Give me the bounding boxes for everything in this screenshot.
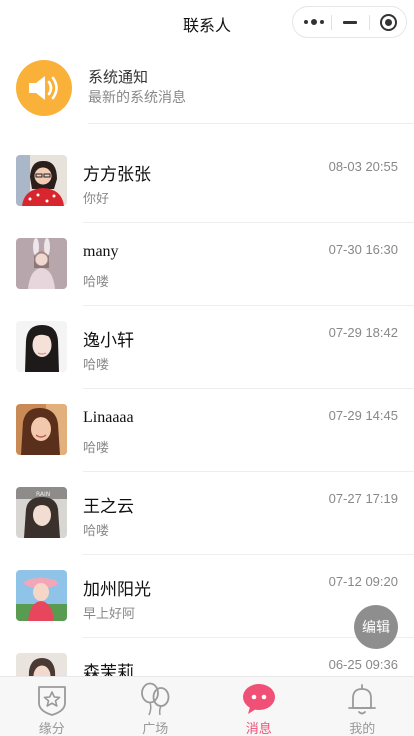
chat-bubble-icon bbox=[241, 681, 277, 717]
message-time: 07-30 16:30 bbox=[328, 242, 398, 257]
miniapp-capsule bbox=[292, 6, 407, 38]
last-message: 哈喽 bbox=[83, 357, 110, 372]
tab-messages[interactable]: 消息 bbox=[207, 677, 311, 736]
contact-name: 加州阳光 bbox=[83, 580, 151, 599]
conversation-item[interactable]: Linaaaa 哈喽 07-29 14:45 bbox=[0, 389, 414, 472]
bell-icon bbox=[344, 681, 380, 717]
tab-mine[interactable]: 我的 bbox=[311, 677, 414, 736]
close-miniapp-button[interactable] bbox=[369, 7, 407, 37]
contact-name: 王之云 bbox=[83, 497, 134, 516]
minimize-icon bbox=[343, 20, 357, 24]
avatar bbox=[16, 404, 67, 455]
contact-name: many bbox=[83, 243, 119, 260]
message-time: 07-29 18:42 bbox=[328, 325, 398, 340]
conversation-item[interactable]: 逸小轩 哈喽 07-29 18:42 bbox=[0, 306, 414, 389]
last-message: 哈喽 bbox=[83, 523, 110, 538]
tab-square[interactable]: 广场 bbox=[104, 677, 208, 736]
message-time: 08-03 20:55 bbox=[328, 159, 398, 174]
target-circle-icon bbox=[379, 13, 397, 31]
message-time: 07-27 17:19 bbox=[328, 491, 398, 506]
contact-name: 方方张张 bbox=[83, 165, 151, 184]
conversation-list[interactable]: 方方张张 你好 08-03 20:55 many 哈喽 07-30 16:30 bbox=[0, 140, 414, 676]
balloons-icon bbox=[137, 681, 173, 717]
last-message: 你好 bbox=[83, 191, 110, 206]
minimize-button[interactable] bbox=[331, 7, 369, 37]
more-button[interactable] bbox=[295, 7, 333, 37]
conversation-item[interactable]: 加州阳光 早上好阿 07-12 09:20 bbox=[0, 555, 414, 638]
avatar bbox=[16, 238, 67, 289]
system-notice-item[interactable]: 系统通知 最新的系统消息 bbox=[0, 52, 414, 124]
avatar bbox=[16, 155, 67, 206]
notice-title: 系统通知 bbox=[88, 69, 149, 86]
speaker-icon bbox=[16, 60, 72, 116]
star-badge-icon bbox=[34, 681, 70, 717]
conversation-item[interactable]: 森茉莉 06-25 09:36 bbox=[0, 638, 414, 676]
tab-bar: 缘分 广场 消息 我的 bbox=[0, 676, 414, 736]
conversation-item[interactable]: many 哈喽 07-30 16:30 bbox=[0, 223, 414, 306]
avatar bbox=[16, 321, 67, 372]
message-time: 06-25 09:36 bbox=[328, 657, 398, 672]
last-message: 哈喽 bbox=[83, 274, 110, 289]
tab-label: 缘分 bbox=[38, 721, 65, 736]
nav-bar: 联系人 bbox=[0, 0, 414, 44]
avatar: RAIN bbox=[16, 487, 67, 538]
message-time: 07-12 09:20 bbox=[328, 574, 398, 589]
contact-name: 逸小轩 bbox=[83, 331, 134, 350]
tab-label: 广场 bbox=[142, 721, 169, 736]
last-message: 早上好阿 bbox=[83, 606, 136, 621]
contact-name: 森茉莉 bbox=[83, 663, 134, 676]
more-dots-icon bbox=[304, 19, 324, 25]
notice-subtitle: 最新的系统消息 bbox=[88, 89, 186, 105]
divider bbox=[88, 123, 414, 124]
edit-button[interactable]: 编辑 bbox=[354, 605, 398, 649]
conversation-item[interactable]: 方方张张 你好 08-03 20:55 bbox=[0, 140, 414, 223]
avatar bbox=[16, 653, 67, 676]
contact-name: Linaaaa bbox=[83, 409, 134, 426]
last-message: 哈喽 bbox=[83, 440, 110, 455]
message-time: 07-29 14:45 bbox=[328, 408, 398, 423]
tab-label: 消息 bbox=[245, 721, 272, 736]
tab-label: 我的 bbox=[349, 721, 376, 736]
svg-text:RAIN: RAIN bbox=[36, 491, 50, 498]
avatar bbox=[16, 570, 67, 621]
conversation-item[interactable]: RAIN 王之云 哈喽 07-27 17:19 bbox=[0, 472, 414, 555]
tab-fate[interactable]: 缘分 bbox=[0, 677, 104, 736]
